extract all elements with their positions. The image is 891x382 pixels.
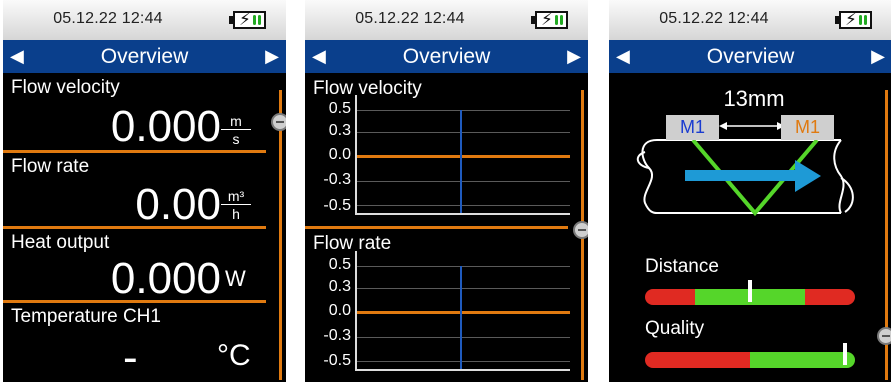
heat-output-value: 0.000 [110,254,221,303]
heat-output-label: Heat output [11,232,110,253]
temperature-label: Temperature CH1 [11,306,161,327]
title-bar: ◀ Overview ▶ [609,40,891,73]
zero-line [357,311,570,314]
grid-line [357,288,570,289]
scrollbar-thumb[interactable] [877,327,891,345]
previous-page-arrow-icon[interactable]: ◀ [312,46,326,67]
grid-line [357,337,570,338]
grid-line [357,110,570,111]
flow-velocity-label: Flow velocity [11,77,120,98]
flow-velocity-graph [355,95,570,215]
grid-line [357,266,570,267]
title-bar: ◀ Overview ▶ [305,40,588,73]
grid-line [357,205,570,206]
heat-output-unit: W [225,266,246,291]
flow-rate-value: 0.00 [135,180,221,229]
sensor-m1-right: M1 [781,115,834,140]
overview-graphs-screen: 05.12.22 12:44 ⚡ ◀ Overview ▶ Flow veloc… [305,0,588,382]
y-tick-label: -0.5 [323,197,351,214]
date-time: 05.12.22 12:44 [53,10,163,27]
separator [3,300,266,303]
distance-label: Distance [645,256,719,277]
page-title: Overview [402,45,491,68]
y-tick-label: 0.5 [328,256,351,273]
unit-denominator: h [232,206,240,222]
y-tick-label: -0.3 [323,171,351,188]
next-page-arrow-icon[interactable]: ▶ [567,46,581,67]
overview-sensor-screen: 05.12.22 12:44 ⚡ ◀ Overview ▶ 13mm M1 M1… [609,0,891,382]
status-bar: 05.12.22 12:44 ⚡ [609,0,891,40]
page-title: Overview [706,45,795,68]
scrollbar-thumb[interactable] [573,221,588,239]
grid-line [357,132,570,133]
pipe-diagram [636,122,854,217]
previous-page-arrow-icon[interactable]: ◀ [616,46,630,67]
date-time: 05.12.22 12:44 [355,10,465,27]
separator [3,150,266,153]
time-cursor [460,266,462,369]
time-cursor [460,110,462,213]
temperature-value: - [123,333,138,382]
flow-rate-label: Flow rate [11,156,90,177]
quality-marker [842,343,847,365]
y-tick-label: 0.3 [328,278,351,295]
temperature-unit: °C [217,339,251,372]
flow-velocity-unit: m s [221,113,251,148]
page-title: Overview [100,45,189,68]
separator [305,226,568,229]
battery-charging-icon: ⚡ [531,11,568,29]
y-tick-label: 0.5 [328,100,351,117]
quality-bar [645,352,855,368]
status-bar: 05.12.22 12:44 ⚡ [305,0,588,40]
y-tick-label: 0.0 [328,302,351,319]
y-tick-label: 0.0 [328,146,351,163]
overview-readings-screen: 05.12.22 12:44 ⚡ ◀ Overview ▶ Flow veloc… [3,0,286,382]
status-bar: 05.12.22 12:44 ⚡ [3,0,286,40]
unit-numerator: m³ [221,188,251,205]
previous-page-arrow-icon[interactable]: ◀ [10,46,24,67]
zero-line [357,155,570,158]
scrollbar-track[interactable] [279,90,282,380]
scrollbar-thumb[interactable] [271,113,286,131]
battery-charging-icon: ⚡ [835,11,872,29]
y-tick-label: 0.3 [328,122,351,139]
y-tick-label: -0.5 [323,352,351,369]
flow-rate-unit: m³ h [221,188,251,223]
grid-line [357,361,570,362]
next-page-arrow-icon[interactable]: ▶ [265,46,279,67]
title-bar: ◀ Overview ▶ [3,40,286,73]
next-page-arrow-icon[interactable]: ▶ [871,46,885,67]
y-tick-label: -0.3 [323,327,351,344]
flow-velocity-value: 0.000 [110,102,221,151]
quality-label: Quality [645,318,705,339]
distance-marker [748,280,752,302]
unit-numerator: m [221,113,251,130]
grid-line [357,181,570,182]
flow-rate-graph [355,251,570,371]
date-time: 05.12.22 12:44 [659,10,769,27]
battery-charging-icon: ⚡ [229,11,266,29]
sensor-m1-left: M1 [666,115,719,140]
separator [3,226,266,229]
unit-denominator: s [232,131,240,147]
